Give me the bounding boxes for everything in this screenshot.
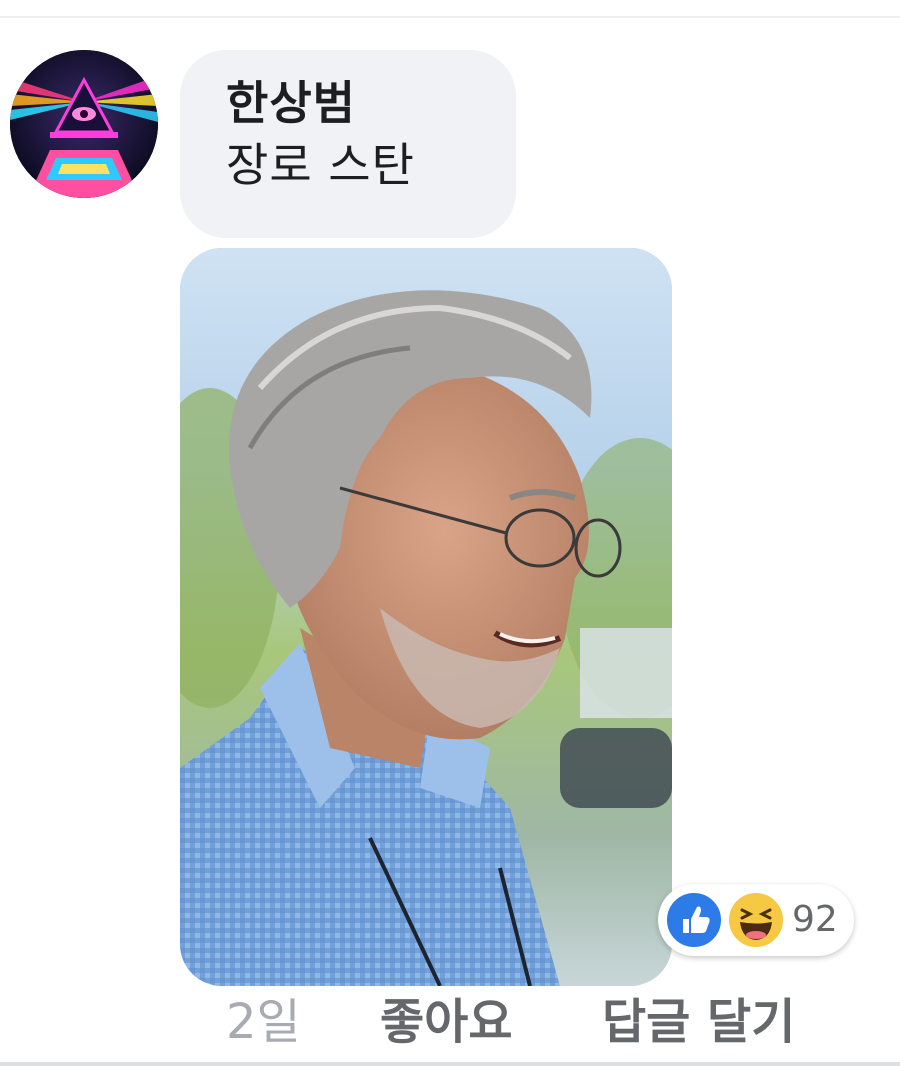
like-button[interactable]: 좋아요 [380, 992, 512, 1052]
photo-image [180, 248, 672, 986]
comment-text: 장로 스탄 [226, 138, 415, 192]
comment-timestamp[interactable]: 2일 [226, 992, 301, 1052]
avatar[interactable] [10, 50, 158, 198]
reaction-count: 92 [792, 899, 838, 940]
like-icon [664, 890, 724, 950]
top-divider [0, 16, 900, 18]
comment-screen: 한상범 장로 스탄 92 2일 좋아요 답글 달기 [0, 0, 900, 1066]
haha-icon [726, 890, 786, 950]
avatar-image [10, 50, 158, 198]
photo-attachment[interactable] [180, 248, 672, 986]
bottom-divider [0, 1062, 900, 1066]
reaction-summary[interactable]: 92 [658, 884, 854, 956]
comment-author[interactable]: 한상범 [226, 76, 472, 130]
comment-bubble: 한상범 장로 스탄 [180, 50, 516, 238]
reply-button[interactable]: 답글 달기 [602, 992, 795, 1052]
